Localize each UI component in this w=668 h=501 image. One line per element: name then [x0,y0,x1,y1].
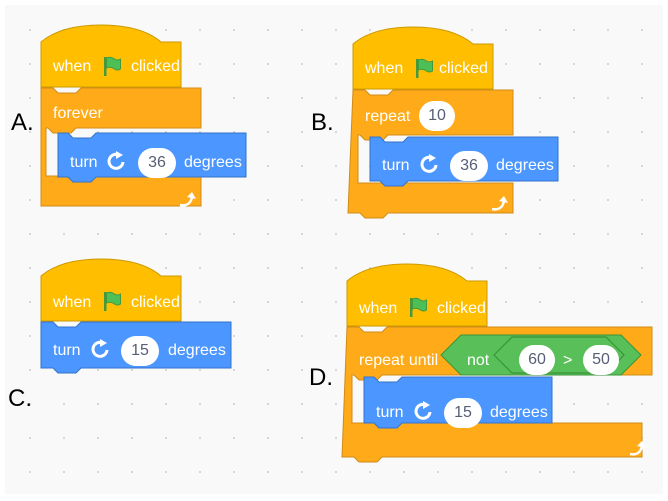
option-label-d: D. [309,364,333,391]
green-flag-icon[interactable] [407,296,429,318]
turn-label: turn [53,342,81,359]
repeat-label: repeat [365,108,411,125]
forever-label: forever [53,105,103,122]
hat-clicked-text: clicked [439,60,488,77]
hat-clicked-text: clicked [437,300,486,317]
loop-arrow-icon [629,441,646,456]
greater-than-label: > [563,352,573,369]
right-operand-input[interactable]: 50 [583,345,619,375]
degrees-input[interactable]: 15 [444,398,482,428]
hat-when-text: when [365,60,404,77]
hat-clicked-text: clicked [131,58,180,75]
turn-label: turn [70,154,98,171]
degrees-label: degrees [168,342,226,359]
repeat-count-input[interactable]: 10 [419,101,455,131]
rotate-right-icon [420,154,438,173]
degrees-label: degrees [490,404,548,421]
rotate-right-icon [414,401,432,420]
degrees-label: degrees [496,157,554,174]
green-flag-icon[interactable] [101,55,123,77]
hat-when-text: when [53,294,92,311]
loop-arrow-icon [491,196,508,211]
green-flag-icon[interactable] [413,57,435,79]
left-operand-input[interactable]: 60 [519,345,555,375]
option-label-c: C. [8,385,32,412]
hat-when-text: when [359,300,398,317]
loop-arrow-icon [179,192,196,207]
degrees-input[interactable]: 36 [138,148,176,178]
degrees-input[interactable]: 15 [121,336,159,366]
degrees-label: degrees [184,154,242,171]
option-label-b: B. [311,109,334,136]
rotate-right-icon [91,339,109,358]
green-flag-icon[interactable] [101,290,123,312]
hat-when-text: when [53,58,92,75]
turn-label: turn [382,157,410,174]
repeat-until-label: repeat until [359,352,439,369]
hat-clicked-text: clicked [131,294,180,311]
turn-label: turn [376,404,404,421]
option-label-a: A. [11,109,34,136]
rotate-right-icon [107,151,125,170]
code-area[interactable]: A. B. C. D. when clicked forever turn 36… [5,5,663,494]
not-label: not [467,352,490,369]
degrees-input[interactable]: 36 [450,151,488,181]
